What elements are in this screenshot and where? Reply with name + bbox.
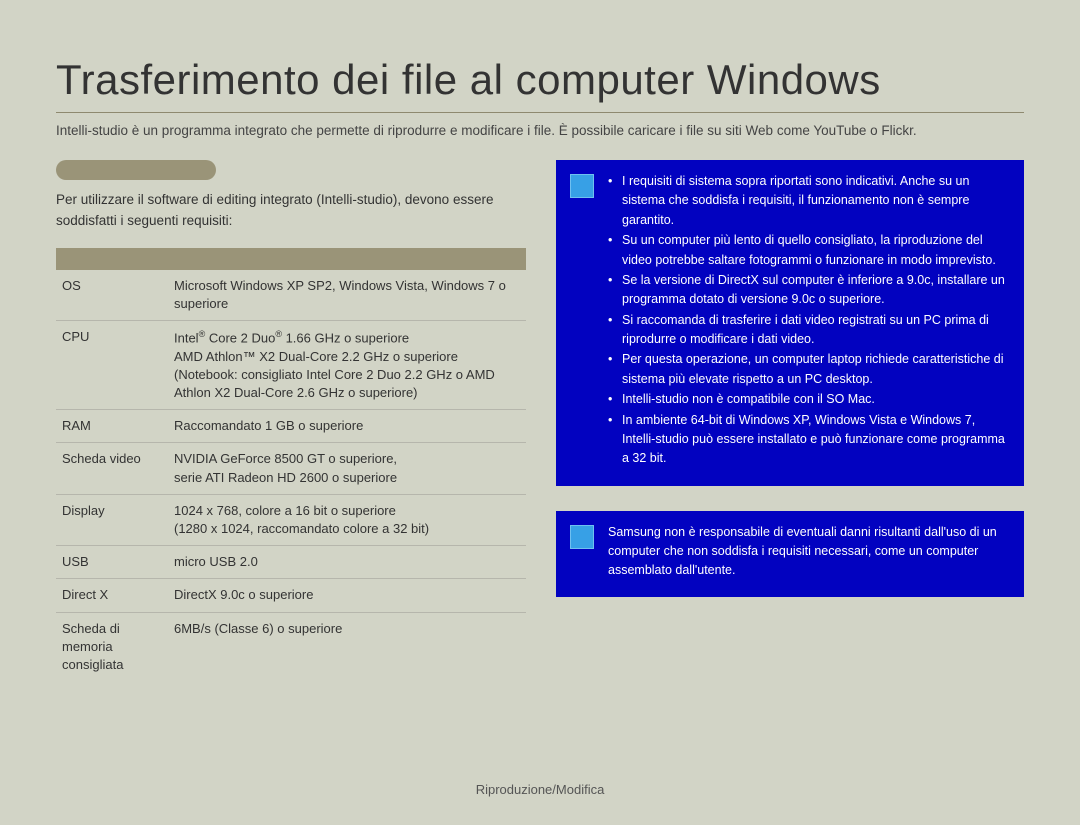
info-item: In ambiente 64-bit di Windows XP, Window…: [608, 411, 1008, 469]
info-box-warning: Samsung non è responsabile di eventuali …: [556, 511, 1024, 597]
info-list: I requisiti di sistema sopra riportati s…: [608, 172, 1008, 469]
subhead-bar: [56, 160, 216, 180]
footer-text: Riproduzione/Modifica: [0, 782, 1080, 797]
req-value: Microsoft Windows XP SP2, Windows Vista,…: [168, 270, 526, 321]
req-value: 6MB/s (Classe 6) o superiore: [168, 612, 526, 681]
table-row: USB micro USB 2.0: [56, 546, 526, 579]
req-value: micro USB 2.0: [168, 546, 526, 579]
page-title: Trasferimento dei file al computer Windo…: [56, 56, 1024, 113]
table-row: Scheda video NVIDIA GeForce 8500 GT o su…: [56, 443, 526, 494]
table-row: Scheda di memoria consigliata 6MB/s (Cla…: [56, 612, 526, 681]
table-header-empty1: [56, 248, 168, 270]
table-row: Display 1024 x 768, colore a 16 bit o su…: [56, 494, 526, 545]
info-icon: [570, 174, 594, 198]
left-column: Per utilizzare il software di editing in…: [56, 160, 526, 681]
content-columns: Per utilizzare il software di editing in…: [56, 160, 1024, 681]
info-item: I requisiti di sistema sopra riportati s…: [608, 172, 1008, 230]
info-item: Per questa operazione, un computer lapto…: [608, 350, 1008, 389]
info-warning-text: Samsung non è responsabile di eventuali …: [608, 523, 1008, 581]
req-label: Display: [56, 494, 168, 545]
table-row: RAM Raccomandato 1 GB o superiore: [56, 410, 526, 443]
table-header-empty2: [168, 248, 526, 270]
req-label: Direct X: [56, 579, 168, 612]
info-item: Si raccomanda di trasferire i dati video…: [608, 311, 1008, 350]
info-item: Su un computer più lento di quello consi…: [608, 231, 1008, 270]
req-label: Scheda di memoria consigliata: [56, 612, 168, 681]
info-box-notes: I requisiti di sistema sopra riportati s…: [556, 160, 1024, 486]
table-row: CPU Intel® Core 2 Duo® 1.66 GHz o superi…: [56, 321, 526, 410]
req-label: Scheda video: [56, 443, 168, 494]
subhead-text: Per utilizzare il software di editing in…: [56, 190, 526, 232]
requirements-table: OS Microsoft Windows XP SP2, Windows Vis…: [56, 248, 526, 681]
req-value: NVIDIA GeForce 8500 GT o superiore,serie…: [168, 443, 526, 494]
req-value: Intel® Core 2 Duo® 1.66 GHz o superioreA…: [168, 321, 526, 410]
info-icon: [570, 525, 594, 549]
table-row: OS Microsoft Windows XP SP2, Windows Vis…: [56, 270, 526, 321]
req-label: OS: [56, 270, 168, 321]
req-value: DirectX 9.0c o superiore: [168, 579, 526, 612]
req-label: RAM: [56, 410, 168, 443]
right-column: I requisiti di sistema sopra riportati s…: [556, 160, 1024, 681]
req-label: CPU: [56, 321, 168, 410]
req-label: USB: [56, 546, 168, 579]
req-value: Raccomandato 1 GB o superiore: [168, 410, 526, 443]
info-item: Se la versione di DirectX sul computer è…: [608, 271, 1008, 310]
intro-text: Intelli-studio è un programma integrato …: [56, 123, 1024, 138]
req-value: 1024 x 768, colore a 16 bit o superiore(…: [168, 494, 526, 545]
table-row: Direct X DirectX 9.0c o superiore: [56, 579, 526, 612]
info-item: Intelli-studio non è compatibile con il …: [608, 390, 1008, 409]
